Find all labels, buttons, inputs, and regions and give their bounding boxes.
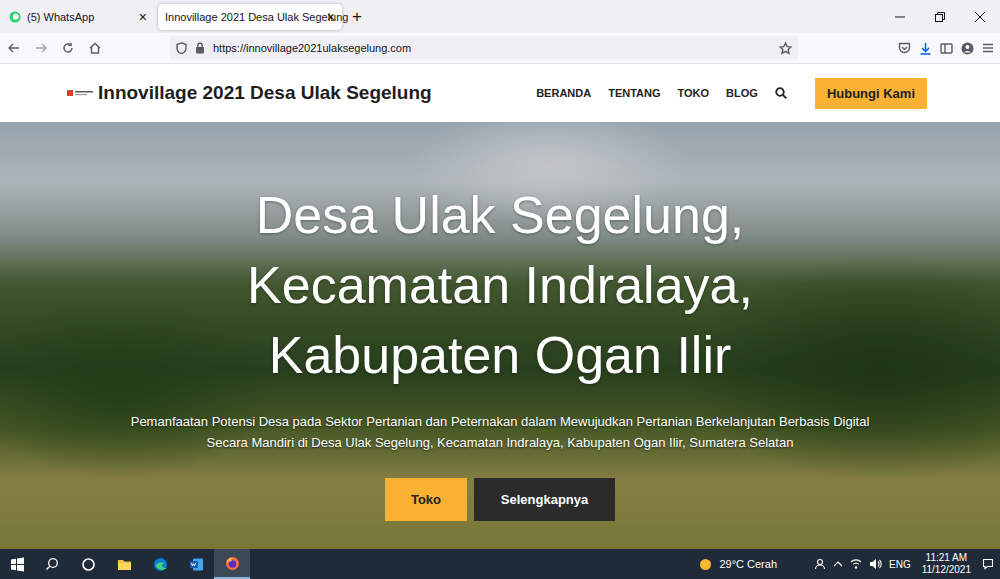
taskbar-button[interactable] (106, 549, 142, 579)
nav-link[interactable]: TENTANG (608, 87, 660, 99)
taskbar-button[interactable] (214, 549, 250, 579)
browser-toolbar: https://innovillage2021ulaksegelung.com (0, 33, 1000, 64)
lock-icon[interactable] (195, 42, 205, 54)
people-icon[interactable] (814, 558, 826, 570)
home-button[interactable] (81, 42, 108, 54)
button-label: Toko (411, 492, 441, 507)
hero-section: Desa Ulak Segelung,Kecamatan Indralaya,K… (0, 122, 1000, 549)
site-logo-icon[interactable] (67, 88, 93, 98)
clock[interactable]: 11:21 AM11/12/2021 (918, 552, 975, 576)
reload-icon (62, 42, 74, 54)
toolbar-icons (898, 42, 994, 55)
back-button[interactable] (0, 42, 27, 54)
star-icon[interactable] (779, 42, 792, 55)
nav-link[interactable]: BERANDA (536, 87, 591, 99)
tab-label: (5) WhatsApp (27, 11, 133, 23)
subtitle-line: Secara Mandiri di Desa Ulak Segelung, Ke… (207, 432, 794, 453)
browser-tab[interactable]: Innovillage 2021 Desa Ulak Segelung × (158, 4, 342, 30)
download-icon[interactable] (919, 42, 932, 55)
tab-label: Innovillage 2021 Desa Ulak Segelung (165, 11, 321, 23)
firefox-icon (225, 556, 240, 571)
more-button[interactable]: Selengkapnya (474, 478, 615, 521)
language-indicator[interactable]: ENG (889, 559, 911, 570)
hero-subtitle: Pemanfaatan Potensi Desa pada Sektor Per… (131, 411, 870, 453)
home-icon (89, 42, 101, 54)
taskbar-button[interactable] (142, 549, 178, 579)
browser-tab[interactable]: (5) WhatsApp × (2, 4, 154, 30)
pocket-icon[interactable] (898, 42, 911, 55)
account-icon[interactable] (961, 42, 974, 55)
edge-icon (153, 557, 168, 572)
chevron-up-icon[interactable] (833, 559, 843, 569)
reload-button[interactable] (54, 42, 81, 54)
forward-arrow-icon (35, 42, 47, 54)
site-nav: BERANDA TENTANG TOKO BLOG (536, 87, 787, 99)
taskbar: 29°C Cerah ENG 11:21 AM11/12/2021 (0, 549, 1000, 579)
taskbar-button[interactable] (70, 549, 106, 579)
windows-logo-icon (10, 557, 25, 572)
address-bar[interactable]: https://innovillage2021ulaksegelung.com (170, 36, 798, 60)
site-title[interactable]: Innovillage 2021 Desa Ulak Segelung (98, 82, 432, 104)
headline-line: Desa Ulak Segelung, (247, 180, 753, 250)
close-icon (975, 12, 985, 22)
taskbar-button[interactable] (0, 549, 34, 579)
network-icon[interactable] (850, 558, 862, 570)
subtitle-line: Pemanfaatan Potensi Desa pada Sektor Per… (131, 411, 870, 432)
taskbar-button[interactable] (178, 549, 214, 579)
whatsapp-icon (9, 11, 21, 23)
minimize-icon (895, 12, 905, 22)
nav-link[interactable]: BLOG (726, 87, 758, 99)
button-label: Selengkapnya (501, 492, 588, 507)
task-view-icon (81, 557, 96, 572)
volume-icon[interactable] (869, 558, 882, 570)
shop-button[interactable]: Toko (385, 478, 467, 521)
new-tab-button[interactable]: + (352, 8, 362, 25)
clock-date: 11/12/2021 (922, 564, 971, 576)
sidebar-icon[interactable] (940, 42, 953, 55)
shield-icon[interactable] (176, 42, 187, 54)
restore-icon (935, 12, 945, 22)
taskbar-button[interactable] (34, 549, 70, 579)
menu-icon[interactable] (982, 42, 994, 54)
search-icon[interactable] (775, 87, 787, 99)
tab-close[interactable]: × (327, 10, 335, 24)
headline-line: Kabupaten Ogan Ilir (247, 320, 753, 390)
tab-close[interactable]: × (139, 10, 147, 24)
nav-link[interactable]: TOKO (678, 87, 710, 99)
hero-headline: Desa Ulak Segelung,Kecamatan Indralaya,K… (247, 180, 753, 390)
site-header: Innovillage 2021 Desa Ulak Segelung BERAN… (0, 64, 1000, 122)
url-text[interactable]: https://innovillage2021ulaksegelung.com (213, 42, 411, 54)
headline-line: Kecamatan Indralaya, (247, 250, 753, 320)
sun-icon[interactable] (699, 558, 712, 571)
search-icon (45, 557, 60, 572)
clock-time: 11:21 AM (926, 552, 968, 564)
folder-icon (117, 557, 132, 572)
contact-button[interactable]: Hubungi Kami (815, 78, 927, 109)
back-arrow-icon (8, 42, 20, 54)
restore-button[interactable] (920, 0, 960, 33)
notification-icon[interactable] (982, 558, 994, 570)
word-icon (189, 557, 204, 572)
minimize-button[interactable] (880, 0, 920, 33)
weather-text[interactable]: 29°C Cerah (719, 558, 777, 570)
window-controls (880, 0, 1000, 33)
close-button[interactable] (960, 0, 1000, 33)
tab-bar: (5) WhatsApp×Innovillage 2021 Desa Ulak … (0, 0, 1000, 33)
forward-button[interactable] (27, 42, 54, 54)
hero-buttons: Toko Selengkapnya (385, 478, 615, 521)
system-tray: 29°C Cerah ENG 11:21 AM11/12/2021 (699, 552, 1000, 576)
